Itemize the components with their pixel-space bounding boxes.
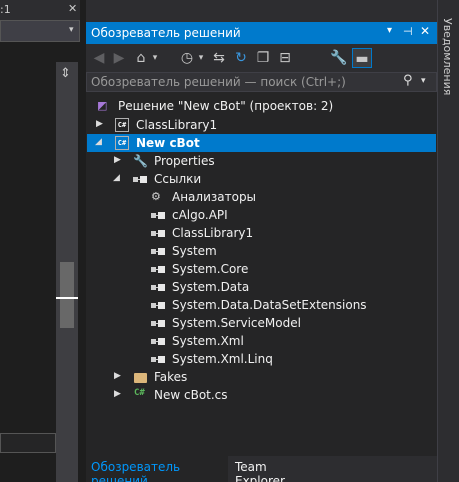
reference-label: System <box>172 244 217 258</box>
reference-label: System.ServiceModel <box>172 316 301 330</box>
copy-icon[interactable]: ❐ <box>254 48 272 68</box>
reference-label: cAlgo.API <box>172 208 228 222</box>
code-editor[interactable] <box>0 43 56 438</box>
editor-status-box <box>0 433 56 453</box>
close-icon[interactable]: ✕ <box>68 2 77 15</box>
chevron-right-icon[interactable]: ▶ <box>114 371 121 381</box>
reference-label: System.Xml.Linq <box>172 352 273 366</box>
folder-icon <box>134 373 147 383</box>
tree-reference-item[interactable]: System <box>87 242 436 260</box>
tree-reference-item[interactable]: System.Xml.Linq <box>87 350 436 368</box>
editor-dropdown[interactable]: ▾ <box>0 20 80 42</box>
chevron-down-icon[interactable]: ◢ <box>95 137 102 147</box>
forward-icon[interactable]: ▶ <box>110 48 128 68</box>
search-input[interactable]: Обозреватель решений — поиск (Ctrl+;) ⚲ … <box>86 72 437 92</box>
pin-icon[interactable]: ⊣ <box>403 25 413 38</box>
tree-reference-item[interactable]: System.ServiceModel <box>87 314 436 332</box>
tab-label: Обозреватель решений <box>91 460 181 482</box>
editor-tab[interactable]: :1 ✕ <box>0 0 80 20</box>
refresh-icon[interactable]: ↻ <box>232 48 250 68</box>
search-placeholder: Обозреватель решений — поиск (Ctrl+;) <box>91 75 346 89</box>
reference-icon <box>151 284 165 292</box>
tree-file-cs[interactable]: ▶ C# New cBot.cs <box>87 386 436 404</box>
chevron-down-icon[interactable]: ▾ <box>421 76 426 86</box>
history-icon[interactable]: ◷ <box>178 48 196 68</box>
tree-reference-item[interactable]: System.Data <box>87 278 436 296</box>
notifications-label: Уведомления <box>441 18 454 96</box>
file-label: New cBot.cs <box>154 388 228 402</box>
chevron-right-icon[interactable]: ▶ <box>96 119 103 129</box>
tab-label: Team Explorer <box>235 460 285 482</box>
chevron-right-icon[interactable]: ▶ <box>114 155 121 165</box>
reference-label: ClassLibrary1 <box>172 226 254 240</box>
back-icon[interactable]: ◀ <box>90 48 108 68</box>
tab-team-explorer[interactable]: Team Explorer <box>230 456 320 482</box>
panel-tab-strip: Обозреватель решений Team Explorer <box>86 456 437 482</box>
home-icon[interactable]: ⌂ <box>132 48 150 68</box>
tree-reference-item[interactable]: System.Xml <box>87 332 436 350</box>
editor-tab-label: :1 <box>0 3 11 16</box>
reference-icon <box>151 266 165 274</box>
wrench-icon: 🔧 <box>133 154 148 168</box>
tab-solution-explorer[interactable]: Обозреватель решений <box>86 456 228 482</box>
reference-label: System.Data.DataSetExtensions <box>172 298 367 312</box>
reference-icon <box>151 212 165 220</box>
preview-icon[interactable]: ▬ <box>352 48 372 68</box>
collapse-all-icon[interactable]: ⊟ <box>276 48 294 68</box>
csharp-project-icon: C# <box>115 118 129 132</box>
chevron-right-icon[interactable]: ▶ <box>114 389 121 399</box>
tree-folder-fakes[interactable]: ▶ Fakes <box>87 368 436 386</box>
window-menu-icon[interactable]: ▾ <box>387 25 392 36</box>
chevron-down-icon[interactable]: ▾ <box>150 48 160 68</box>
reference-icon <box>133 176 147 184</box>
reference-label: Анализаторы <box>172 190 257 204</box>
scrollbar-caret-marker <box>56 297 78 299</box>
tree-reference-item[interactable]: cAlgo.API <box>87 206 436 224</box>
panel-title: Обозреватель решений <box>91 26 241 40</box>
reference-icon <box>151 248 165 256</box>
tree-project-classlibrary[interactable]: ▶ C# ClassLibrary1 <box>87 116 436 134</box>
reference-label: System.Xml <box>172 334 244 348</box>
wrench-icon[interactable]: 🔧 <box>330 48 348 68</box>
tree-properties[interactable]: ▶ 🔧 Properties <box>87 152 436 170</box>
chevron-down-icon[interactable]: ▾ <box>196 48 206 68</box>
analyzer-icon: ⚙ <box>151 190 161 203</box>
tree-solution[interactable]: ◩ Решение "New cBot" (проектов: 2) <box>87 97 436 115</box>
project-label: New cBot <box>136 136 200 150</box>
reference-label: System.Core <box>172 262 249 276</box>
reference-icon <box>151 356 165 364</box>
scrollbar-thumb[interactable] <box>60 262 74 328</box>
sync-icon[interactable]: ⇆ <box>210 48 228 68</box>
solution-explorer-title-bar[interactable]: Обозреватель решений ▾ ⊣ ✕ <box>86 22 437 44</box>
notifications-side-tab[interactable]: Уведомления <box>437 0 459 482</box>
csharp-file-icon: C# <box>134 388 145 398</box>
reference-label: System.Data <box>172 280 250 294</box>
folder-label: Fakes <box>154 370 188 384</box>
chevron-down-icon[interactable]: ◢ <box>113 173 120 183</box>
tree-reference-item[interactable]: System.Core <box>87 260 436 278</box>
chevron-down-icon: ▾ <box>69 25 74 35</box>
tree-reference-item[interactable]: System.Data.DataSetExtensions <box>87 296 436 314</box>
close-icon[interactable]: ✕ <box>420 24 430 38</box>
tree-reference-item[interactable]: ⚙ Анализаторы <box>87 188 436 206</box>
solution-icon: ◩ <box>97 99 108 112</box>
search-icon[interactable]: ⚲ <box>403 73 413 88</box>
reference-icon <box>151 230 165 238</box>
project-label: ClassLibrary1 <box>136 118 218 132</box>
references-label: Ссылки <box>154 172 202 186</box>
solution-label: Решение "New cBot" (проектов: 2) <box>118 99 334 113</box>
solution-explorer-toolbar: ◀ ▶ ⌂ ▾ ◷ ▾ ⇆ ↻ ❐ ⊟ 🔧 ▬ <box>86 44 437 72</box>
csharp-project-icon: C# <box>115 136 129 150</box>
properties-label: Properties <box>154 154 215 168</box>
tree-reference-item[interactable]: ClassLibrary1 <box>87 224 436 242</box>
reference-icon <box>151 302 165 310</box>
tree-project-cbot[interactable]: ◢ C# New cBot <box>87 134 436 152</box>
tree-references[interactable]: ◢ Ссылки <box>87 170 436 188</box>
reference-icon <box>151 320 165 328</box>
split-icon[interactable]: ⇕ <box>60 66 71 81</box>
reference-icon <box>151 338 165 346</box>
